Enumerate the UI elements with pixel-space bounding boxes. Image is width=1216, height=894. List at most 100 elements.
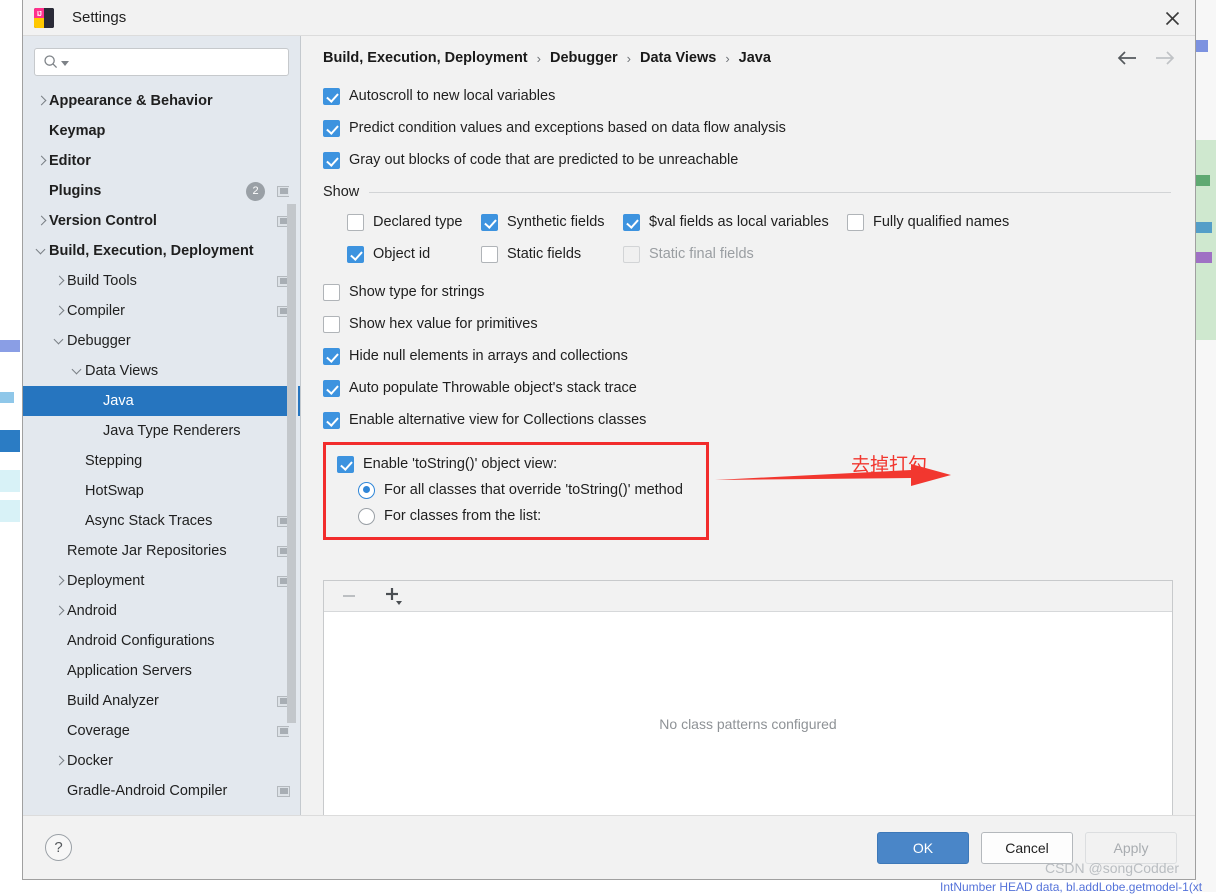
sidebar-item-editor[interactable]: Editor <box>23 146 300 176</box>
show-val-fields-as-local-variables-label: $val fields as local variables <box>649 214 829 230</box>
tostring-radio-all-row[interactable]: For all classes that override 'toString(… <box>326 477 706 503</box>
chevron-right-icon[interactable] <box>53 274 67 288</box>
sidebar-item-java-type-renderers[interactable]: Java Type Renderers <box>23 416 300 446</box>
tostring-enable-checkbox[interactable] <box>337 456 354 473</box>
show-object-id-row[interactable]: Object id <box>347 238 430 270</box>
show-fully-qualified-names-row[interactable]: Fully qualified names <box>847 206 1009 238</box>
option-gray-out-blocks-of-code-that-are-predicted-to-be-unreachable-row[interactable]: Gray out blocks of code that are predict… <box>323 144 1173 176</box>
sidebar-item-async-stack-traces[interactable]: Async Stack Traces <box>23 506 300 536</box>
sidebar-item-hotswap[interactable]: HotSwap <box>23 476 300 506</box>
sidebar-item-build-tools[interactable]: Build Tools <box>23 266 300 296</box>
sidebar-item-docker[interactable]: Docker <box>23 746 300 776</box>
search-input[interactable] <box>74 54 280 71</box>
option-autoscroll-to-new-local-variables-row[interactable]: Autoscroll to new local variables <box>323 80 1173 112</box>
show-object-id-checkbox[interactable] <box>347 246 364 263</box>
sidebar-item-plugins[interactable]: Plugins2 <box>23 176 300 206</box>
sidebar-item-build-execution-deployment[interactable]: Build, Execution, Deployment <box>23 236 300 266</box>
option-show-hex-value-for-primitives-checkbox[interactable] <box>323 316 340 333</box>
sidebar-item-coverage[interactable]: Coverage <box>23 716 300 746</box>
option-show-hex-value-for-primitives-row[interactable]: Show hex value for primitives <box>323 308 1173 340</box>
option-show-type-for-strings-row[interactable]: Show type for strings <box>323 276 1173 308</box>
sidebar-item-data-views[interactable]: Data Views <box>23 356 300 386</box>
show-static-fields-row[interactable]: Static fields <box>481 238 581 270</box>
show-cell: Static final fields <box>623 238 847 270</box>
close-icon[interactable] <box>1149 0 1195 36</box>
chevron-down-icon[interactable] <box>35 244 49 258</box>
sidebar-item-label: Remote Jar Repositories <box>67 543 227 559</box>
option-hide-null-elements-in-arrays-and-collections-checkbox[interactable] <box>323 348 340 365</box>
background-right-editor-strip <box>1196 0 1216 892</box>
ok-button[interactable]: OK <box>877 832 969 864</box>
show-val-fields-as-local-variables-checkbox[interactable] <box>623 214 640 231</box>
background-code-fragment <box>0 392 14 403</box>
arrow-left-icon[interactable] <box>1115 46 1139 70</box>
option-hide-null-elements-in-arrays-and-collections-label: Hide null elements in arrays and collect… <box>349 348 628 364</box>
chevron-right-icon[interactable] <box>35 94 49 108</box>
sidebar-item-debugger[interactable]: Debugger <box>23 326 300 356</box>
sidebar-scrollbar-thumb[interactable] <box>287 204 296 723</box>
show-declared-type-row[interactable]: Declared type <box>347 206 462 238</box>
tostring-radio-from-list[interactable] <box>358 508 375 525</box>
show-synthetic-fields-row[interactable]: Synthetic fields <box>481 206 605 238</box>
sidebar-item-android-configurations[interactable]: Android Configurations <box>23 626 300 656</box>
tostring-radio-list-row[interactable]: For classes from the list: <box>326 503 706 529</box>
option-enable-alternative-view-for-collections-classes-checkbox[interactable] <box>323 412 340 429</box>
apply-button[interactable]: Apply <box>1085 832 1177 864</box>
cancel-button[interactable]: Cancel <box>981 832 1073 864</box>
chevron-right-icon[interactable] <box>53 604 67 618</box>
option-show-type-for-strings-checkbox[interactable] <box>323 284 340 301</box>
breadcrumb-item[interactable]: Java <box>739 50 771 66</box>
chevron-down-icon[interactable] <box>53 334 67 348</box>
tostring-radio-all-classes[interactable] <box>358 482 375 499</box>
chevron-down-icon[interactable] <box>71 364 85 378</box>
sidebar-item-java[interactable]: Java <box>23 386 300 416</box>
breadcrumb-item[interactable]: Build, Execution, Deployment <box>323 50 528 66</box>
plus-icon[interactable] <box>380 584 406 608</box>
sidebar-scrollbar-track[interactable] <box>289 116 298 745</box>
show-static-fields-checkbox[interactable] <box>481 246 498 263</box>
chevron-right-icon[interactable] <box>35 214 49 228</box>
search-box[interactable] <box>34 48 289 76</box>
chevron-right-icon[interactable] <box>53 754 67 768</box>
show-cell: Fully qualified names <box>847 206 1009 238</box>
show-cell: Static fields <box>481 238 623 270</box>
option-predict-condition-values-and-exceptions-based-on-data-flow-analysis-row[interactable]: Predict condition values and exceptions … <box>323 112 1173 144</box>
option-hide-null-elements-in-arrays-and-collections-row[interactable]: Hide null elements in arrays and collect… <box>323 340 1173 372</box>
show-group-header: Show <box>323 184 1173 200</box>
show-val-fields-as-local-variables-row[interactable]: $val fields as local variables <box>623 206 829 238</box>
show-declared-type-checkbox[interactable] <box>347 214 364 231</box>
show-synthetic-fields-checkbox[interactable] <box>481 214 498 231</box>
sidebar-item-gradle-android-compiler[interactable]: Gradle-Android Compiler <box>23 776 300 806</box>
chevron-right-icon[interactable] <box>35 154 49 168</box>
breadcrumb-item[interactable]: Data Views <box>640 50 716 66</box>
minus-icon[interactable] <box>336 584 362 608</box>
help-icon[interactable]: ? <box>45 834 72 861</box>
breadcrumb-separator: › <box>537 51 541 66</box>
chevron-right-icon[interactable] <box>53 304 67 318</box>
tostring-enable-row[interactable]: Enable 'toString()' object view: <box>326 451 706 477</box>
option-enable-alternative-view-for-collections-classes-row[interactable]: Enable alternative view for Collections … <box>323 404 1173 436</box>
option-autoscroll-to-new-local-variables-checkbox[interactable] <box>323 88 340 105</box>
sidebar-item-deployment[interactable]: Deployment <box>23 566 300 596</box>
breadcrumb-item[interactable]: Debugger <box>550 50 618 66</box>
show-static-final-fields-label: Static final fields <box>649 246 754 262</box>
option-auto-populate-throwable-object-s-stack-trace-checkbox[interactable] <box>323 380 340 397</box>
sidebar-item-compiler[interactable]: Compiler <box>23 296 300 326</box>
arrow-right-icon[interactable] <box>1153 46 1177 70</box>
tree-spacer <box>53 694 67 708</box>
option-gray-out-blocks-of-code-that-are-predicted-to-be-unreachable-checkbox[interactable] <box>323 152 340 169</box>
show-fully-qualified-names-checkbox[interactable] <box>847 214 864 231</box>
option-predict-condition-values-and-exceptions-based-on-data-flow-analysis-checkbox[interactable] <box>323 120 340 137</box>
sidebar-item-android[interactable]: Android <box>23 596 300 626</box>
sidebar-item-appearance-behavior[interactable]: Appearance & Behavior <box>23 86 300 116</box>
chevron-right-icon[interactable] <box>53 574 67 588</box>
option-auto-populate-throwable-object-s-stack-trace-row[interactable]: Auto populate Throwable object's stack t… <box>323 372 1173 404</box>
sidebar-item-keymap[interactable]: Keymap <box>23 116 300 146</box>
sidebar-item-build-analyzer[interactable]: Build Analyzer <box>23 686 300 716</box>
show-static-final-fields-row[interactable]: Static final fields <box>623 238 754 270</box>
sidebar-item-version-control[interactable]: Version Control <box>23 206 300 236</box>
sidebar-item-stepping[interactable]: Stepping <box>23 446 300 476</box>
sidebar-item-remote-jar-repositories[interactable]: Remote Jar Repositories <box>23 536 300 566</box>
sidebar-item-application-servers[interactable]: Application Servers <box>23 656 300 686</box>
search-icon <box>43 54 59 70</box>
